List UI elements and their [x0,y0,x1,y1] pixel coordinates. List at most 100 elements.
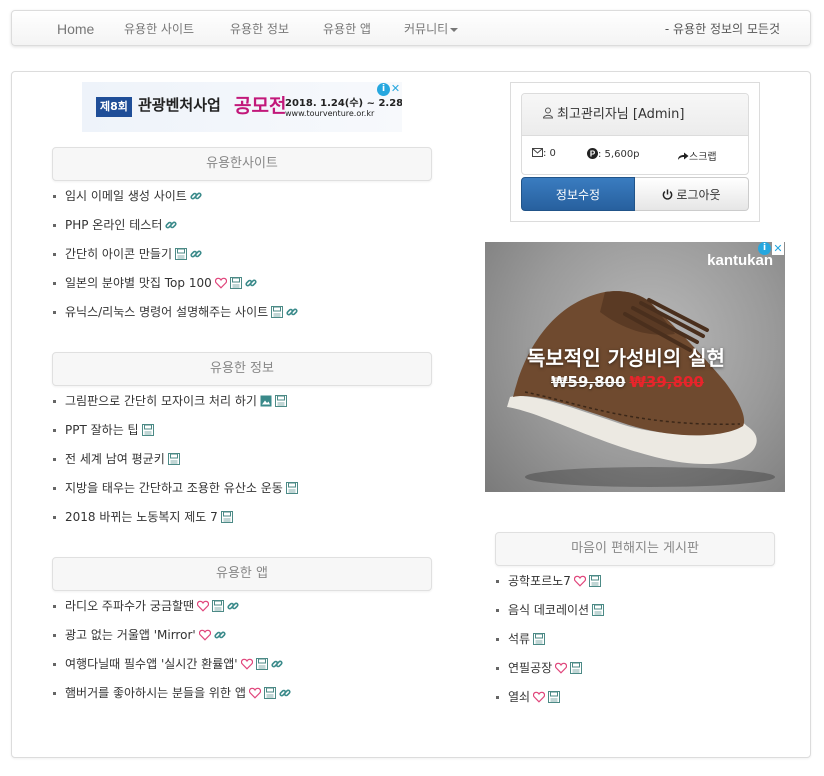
floppy-icon [175,248,187,260]
info-item-label: PPT 잘하는 팁 [65,423,139,437]
app-item-label: 여행다닐때 필수앱 '실시간 환률앱' [65,657,238,671]
top-banner-ad[interactable]: 제8회 관광벤처사업 공모전 2018. 1.24(수) ~ 2.28(수) w… [82,82,402,132]
board-item[interactable]: 열쇠 [496,687,604,716]
nav-community-dropdown[interactable]: 커뮤니티 [404,11,459,47]
info-item-label: 2018 바뀌는 노동복지 제도 7 [65,510,218,524]
section-header-apps: 유용한 앱 [52,557,432,591]
scrap-link[interactable]: 스크랩 [677,148,717,163]
section-header-info: 유용한 정보 [52,352,432,386]
floppy-icon [141,424,154,436]
app-item-label: 라디오 주파수가 궁금할땐 [65,599,195,613]
app-item[interactable]: 햄버거를 좋아하시는 분들을 위한 앱 [53,683,291,712]
user-name: 최고관리자님 [Admin] [557,107,685,122]
share-arrow-icon [678,152,689,160]
caret-down-icon [450,27,459,32]
ad-title-highlight: 공모전 [234,95,287,117]
apps-list: 라디오 주파수가 궁금할땐광고 없는 거울앱 'Mirror' 여행다닐때 필수앱… [53,596,291,712]
board-item-label: 공학포르노7 [508,574,571,588]
messages-count: : 0 [543,148,556,159]
logout-label: 로그아웃 [676,188,721,202]
shoe-price: ₩59,800 ₩39,800 [551,373,704,391]
points-stat[interactable]: P : 5,600p [587,148,640,160]
heart-icon [248,687,261,699]
board-item[interactable]: 연필공장 [496,658,604,687]
board-item-label: 연필공장 [508,661,553,675]
floppy-icon [570,662,583,674]
heart-icon [197,600,210,612]
logout-button[interactable]: 로그아웃 [635,177,749,211]
app-item[interactable]: 광고 없는 거울앱 'Mirror' [53,625,291,654]
info-item-label: 지방을 태우는 간단하고 조용한 유산소 운동 [65,481,283,495]
link-icon [165,221,177,229]
site-item[interactable]: 일본의 분야별 맛집 Top 100 [53,273,298,302]
heart-icon [533,691,546,703]
site-item[interactable]: 임시 이메일 생성 사이트 [53,186,298,215]
points-value: : 5,600p [598,149,640,160]
nav-info-link[interactable]: 유용한 정보 [230,11,289,47]
scrap-label: 스크랩 [689,152,717,163]
info-item[interactable]: 2018 바뀌는 노동복지 제도 7 [53,507,298,536]
shoe-old-price: ₩59,800 [551,373,626,391]
board-list: 공학포르노7 음식 데코레이션석류연필공장열쇠 [496,571,605,716]
info-item[interactable]: PPT 잘하는 팁 [53,420,298,449]
floppy-icon [271,306,284,318]
floppy-icon [588,575,601,587]
floppy-icon [255,658,268,670]
ad-url: www.tourventure.or.kr [285,109,375,118]
ad-title: 관광벤처사업 [138,96,221,114]
points-icon: P [587,148,598,159]
user-stats: : 0 P : 5,600p 스크랩 [522,136,748,174]
envelope-icon [532,148,543,157]
user-header[interactable]: 최고관리자님 [Admin] [522,94,748,136]
link-icon [271,660,283,668]
floppy-icon [212,600,225,612]
ad-info-icon[interactable]: i [377,83,390,96]
info-item[interactable]: 그림판으로 간단히 모자이크 처리 하기 [53,391,298,420]
link-icon [286,308,298,316]
board-item[interactable]: 공학포르노7 [496,571,604,600]
section-header-board: 마음이 편해지는 게시판 [495,532,775,566]
link-icon [190,192,202,200]
floppy-icon [263,687,276,699]
nav-home-link[interactable]: Home [57,11,94,47]
shoe-advertisement[interactable]: kantukan i ✕ 독보적인 가성비의 실현 ₩59,800 ₩39,800 [485,242,785,492]
floppy-icon [592,604,605,616]
svg-text:P: P [590,150,596,159]
shoe-new-price: ₩39,800 [629,373,704,391]
board-item-label: 음식 데코레이션 [508,603,590,617]
user-icon [542,107,554,119]
messages-stat[interactable]: : 0 [532,148,556,159]
ad-date: 2018. 1.24(수) ~ 2.28(수) [285,98,402,109]
heart-icon [198,629,211,641]
floppy-icon [285,482,298,494]
ad-close-icon[interactable]: ✕ [772,242,784,255]
app-item[interactable]: 라디오 주파수가 궁금할땐 [53,596,291,625]
edit-info-button[interactable]: 정보수정 [521,177,635,211]
link-icon [245,279,257,287]
heart-icon [214,277,227,289]
power-icon [663,189,673,200]
info-item[interactable]: 지방을 태우는 간단하고 조용한 유산소 운동 [53,478,298,507]
board-item[interactable]: 음식 데코레이션 [496,600,605,629]
user-login-box: 최고관리자님 [Admin] : 0 P : 5,600p 스크랩 정보수정 로… [510,82,760,222]
nav-sites-link[interactable]: 유용한 사이트 [124,11,194,47]
info-item-label: 전 세계 남여 평균키 [65,452,165,466]
nav-apps-link[interactable]: 유용한 앱 [323,11,371,47]
ad-info-icon[interactable]: i [758,242,771,255]
floppy-icon [274,395,287,407]
ad-close-icon[interactable]: ✕ [390,82,401,95]
link-icon [190,250,202,258]
site-item[interactable]: PHP 온라인 테스터 [53,215,298,244]
app-item-label: 햄버거를 좋아하시는 분들을 위한 앱 [65,686,246,700]
board-item[interactable]: 석류 [496,629,604,658]
heart-icon [555,662,568,674]
site-item[interactable]: 유닉스/리눅스 명령어 설명해주는 사이트 [53,302,298,331]
link-icon [227,602,239,610]
site-item[interactable]: 간단히 아이콘 만들기 [53,244,298,273]
app-item[interactable]: 여행다닐때 필수앱 '실시간 환률앱' [53,654,291,683]
floppy-icon [229,277,242,289]
nav-community-label: 커뮤니티 [404,22,449,36]
heart-icon [573,575,586,587]
site-tagline: - 유용한 정보의 모든것 [664,22,780,36]
info-item[interactable]: 전 세계 남여 평균키 [53,449,298,478]
